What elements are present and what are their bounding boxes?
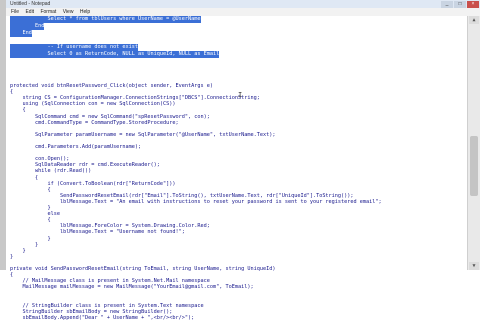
code-line: using (SqlConnection con = new SqlConnec… [10, 101, 176, 108]
selected-code-line: End [10, 30, 32, 37]
maximize-button[interactable]: □ [454, 1, 466, 8]
menu-bar: File Edit Format View Help [6, 8, 480, 16]
scroll-up-icon[interactable]: ▲ [469, 16, 479, 24]
code-line: sbEmailBody.Append("Dear " + UserName + … [10, 314, 195, 321]
code-line: protected void btnResetPassword_Click(ob… [10, 83, 214, 89]
selected-code-line: Select 0 as ReturnCode, NULL as UniqueId… [10, 51, 220, 58]
code-line: SqlParameter paramUsername = new SqlPara… [10, 131, 276, 138]
vertical-scrollbar[interactable]: ▲ ▼ [467, 16, 480, 270]
selected-code-line: Select * from tblUsers where UserName = … [10, 16, 201, 23]
text-editor[interactable]: Select * from tblUsers where UserName = … [6, 16, 468, 321]
code-line: } [10, 253, 14, 260]
window-title: Untitled - Notepad [10, 1, 51, 7]
window-controls: _ □ × [440, 0, 480, 8]
code-line: cmd.CommandType = CommandType.StoredProc… [10, 119, 179, 126]
scroll-down-icon[interactable]: ▼ [469, 262, 479, 270]
code-line: lblMessage.Text = "An email with instruc… [10, 198, 382, 205]
menu-format[interactable]: Format [40, 9, 56, 15]
menu-help[interactable]: Help [80, 9, 90, 15]
menu-view[interactable]: View [63, 9, 74, 15]
scroll-thumb[interactable] [470, 136, 478, 196]
selected-code-line: -- If username does not exist [10, 44, 139, 51]
code-line: MailMessage mailMessage = new MailMessag… [10, 284, 254, 291]
close-button[interactable]: × [467, 1, 479, 8]
mouse-cursor-icon: I [238, 91, 243, 99]
minimize-button[interactable]: _ [441, 1, 453, 8]
selected-code-line: End [10, 23, 45, 30]
menu-edit[interactable]: Edit [25, 9, 34, 15]
title-bar: Untitled - Notepad _ □ × [6, 0, 480, 8]
code-line: cmd.Parameters.Add(paramUsername); [10, 144, 142, 150]
menu-file[interactable]: File [11, 9, 19, 15]
